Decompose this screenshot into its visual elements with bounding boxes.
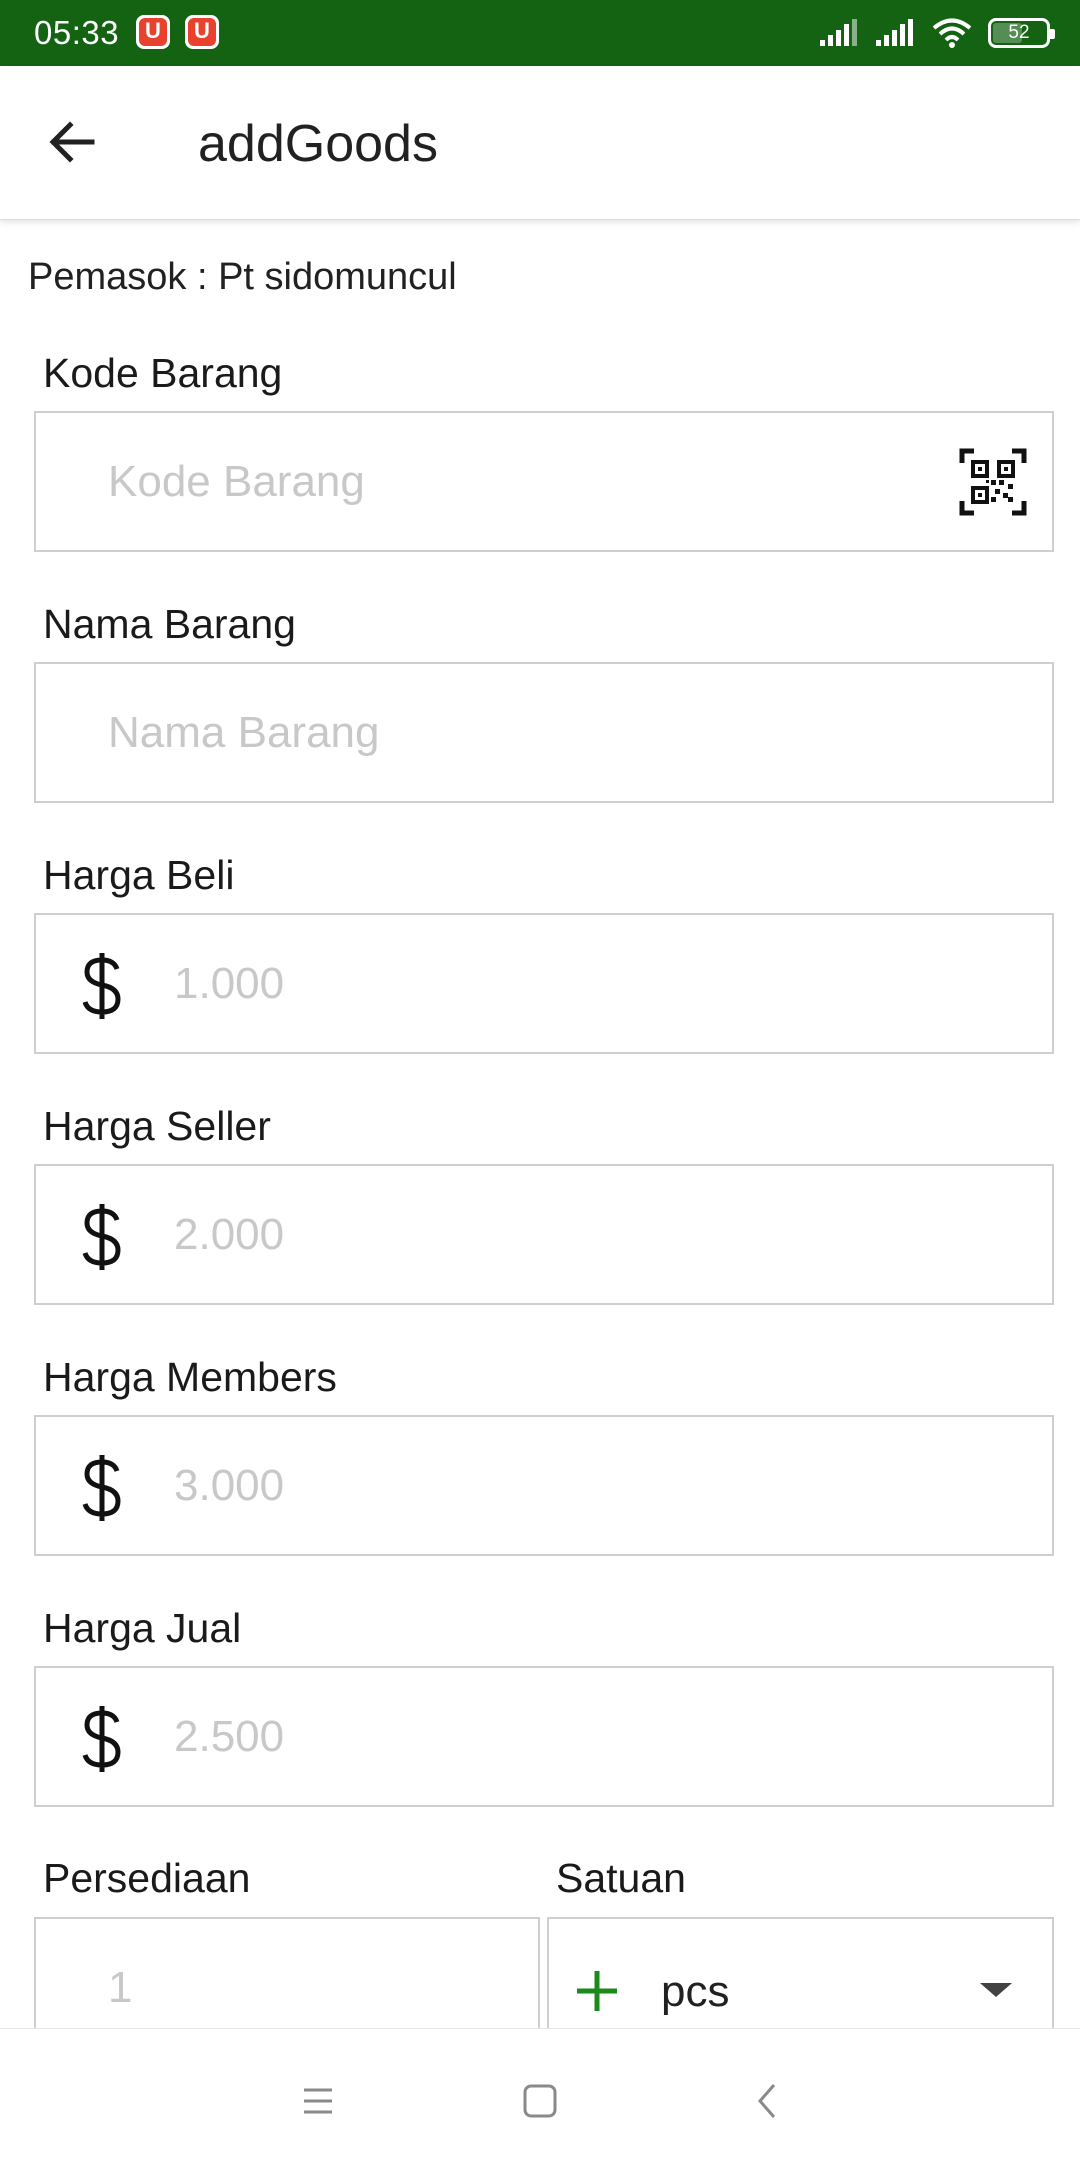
dollar-icon xyxy=(82,1204,121,1270)
supplier-label: Pemasok : Pt sidomuncul xyxy=(28,256,457,298)
satuan-selected-value: pcs xyxy=(661,1967,730,2016)
harga-seller-input[interactable] xyxy=(174,1166,994,1303)
harga-beli-label: Harga Beli xyxy=(43,852,235,898)
back-icon[interactable] xyxy=(740,2073,796,2129)
harga-jual-input[interactable] xyxy=(174,1668,994,1805)
signal-icon xyxy=(876,19,913,46)
nama-barang-label: Nama Barang xyxy=(43,601,296,647)
home-icon[interactable] xyxy=(512,2073,568,2129)
app-bar: addGoods xyxy=(0,66,1080,220)
harga-beli-input[interactable] xyxy=(174,915,994,1052)
harga-beli-field xyxy=(34,913,1054,1054)
arrow-back-icon[interactable] xyxy=(40,110,104,174)
status-bar: 05:33 U U 52 xyxy=(0,0,1080,66)
status-time: 05:33 xyxy=(34,14,120,51)
system-nav-bar xyxy=(0,2028,1080,2160)
status-icons: 52 xyxy=(818,14,1055,52)
harga-members-label: Harga Members xyxy=(43,1354,337,1400)
harga-jual-field xyxy=(34,1666,1054,1807)
kode-barang-label: Kode Barang xyxy=(43,350,283,396)
chevron-down-icon xyxy=(980,1983,1012,1997)
nama-barang-field xyxy=(34,662,1054,803)
qr-code-icon[interactable] xyxy=(958,447,1028,517)
harga-seller-label: Harga Seller xyxy=(43,1103,271,1149)
page-title: addGoods xyxy=(198,115,438,173)
battery-icon: 52 xyxy=(988,18,1055,48)
plus-icon[interactable] xyxy=(573,1967,621,2015)
satuan-label: Satuan xyxy=(556,1855,686,1901)
persediaan-label: Persediaan xyxy=(43,1855,251,1901)
kode-barang-field xyxy=(34,411,1054,552)
wifi-icon xyxy=(932,18,972,48)
signal-icon xyxy=(820,19,857,46)
dollar-icon xyxy=(82,1706,121,1772)
nama-barang-input[interactable] xyxy=(108,664,928,801)
kode-barang-input[interactable] xyxy=(108,413,928,550)
app-notification-icon: U xyxy=(185,15,219,49)
harga-members-input[interactable] xyxy=(174,1417,994,1554)
harga-jual-label: Harga Jual xyxy=(43,1605,242,1651)
app-notification-icon: U xyxy=(136,15,170,49)
harga-seller-field xyxy=(34,1164,1054,1305)
harga-members-field xyxy=(34,1415,1054,1556)
dollar-icon xyxy=(82,1455,121,1521)
menu-icon[interactable] xyxy=(290,2073,346,2129)
dollar-icon xyxy=(82,953,121,1019)
